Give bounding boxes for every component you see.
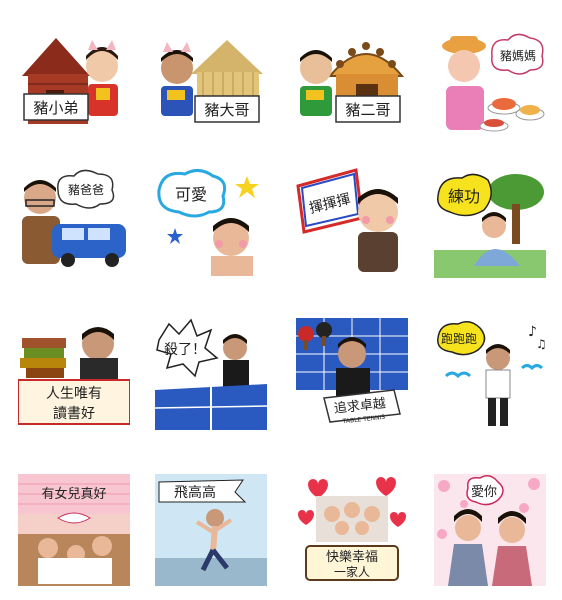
sticker-caption: 可愛 [175,185,207,204]
sticker-caption: 練功 [448,187,480,206]
sticker-caption: 豬小弟 [33,99,78,117]
svg-text:♫: ♫ [536,337,546,351]
sticker-table-tennis[interactable]: 追求卓越 TABLE TENNIS [296,318,408,430]
sticker-running[interactable]: 跑跑跑 ♪ ♫ [434,318,546,430]
sticker-pig-dad[interactable]: 豬爸爸 [18,166,130,278]
sticker-caption-line1: 快樂幸福 [326,549,378,565]
sticker-caption: 殺了！ [164,342,206,358]
sticker-fly-high[interactable]: 飛高高 [155,474,267,586]
sticker-grid: 豬小弟 豬大哥 豬二哥 豬媽媽 豬爸爸 可愛 揮揮揮 練功 人生唯有 讀書好 殺… [0,0,562,600]
sticker-caption-line1: 人生唯有 [46,386,102,402]
sticker-cute[interactable]: 可愛 [155,166,267,278]
sticker-love-you[interactable]: 愛你 [434,474,546,586]
sticker-caption: 跑跑跑 [441,332,477,346]
sticker-caption: 愛你 [471,485,497,500]
sticker-caption: 豬爸爸 [68,183,104,197]
sticker-daughter[interactable]: 有女兒真好 [18,474,130,586]
sticker-smash[interactable]: 殺了！ [155,318,267,430]
sticker-caption: 飛高高 [174,484,216,501]
sticker-study[interactable]: 人生唯有 讀書好 [18,318,130,430]
sticker-caption-line2: 讀書好 [53,406,95,422]
sticker-happy-family[interactable]: 快樂幸福 一家人 [296,474,408,586]
sticker-caption-line2: 一家人 [334,564,370,579]
sticker-caption: 有女兒真好 [41,486,106,502]
sticker-caption: 豬二哥 [345,101,390,119]
sticker-caption: 豬媽媽 [500,49,536,63]
sticker-pig-big-brother[interactable]: 豬大哥 [155,28,267,140]
sticker-pig-little-brother[interactable]: 豬小弟 [18,28,130,140]
sticker-waving[interactable]: 揮揮揮 [296,166,408,278]
sticker-caption: 豬大哥 [204,101,249,119]
sticker-pig-mom[interactable]: 豬媽媽 [434,28,546,140]
sticker-practice[interactable]: 練功 [434,166,546,278]
sticker-pig-second-brother[interactable]: 豬二哥 [296,28,408,140]
